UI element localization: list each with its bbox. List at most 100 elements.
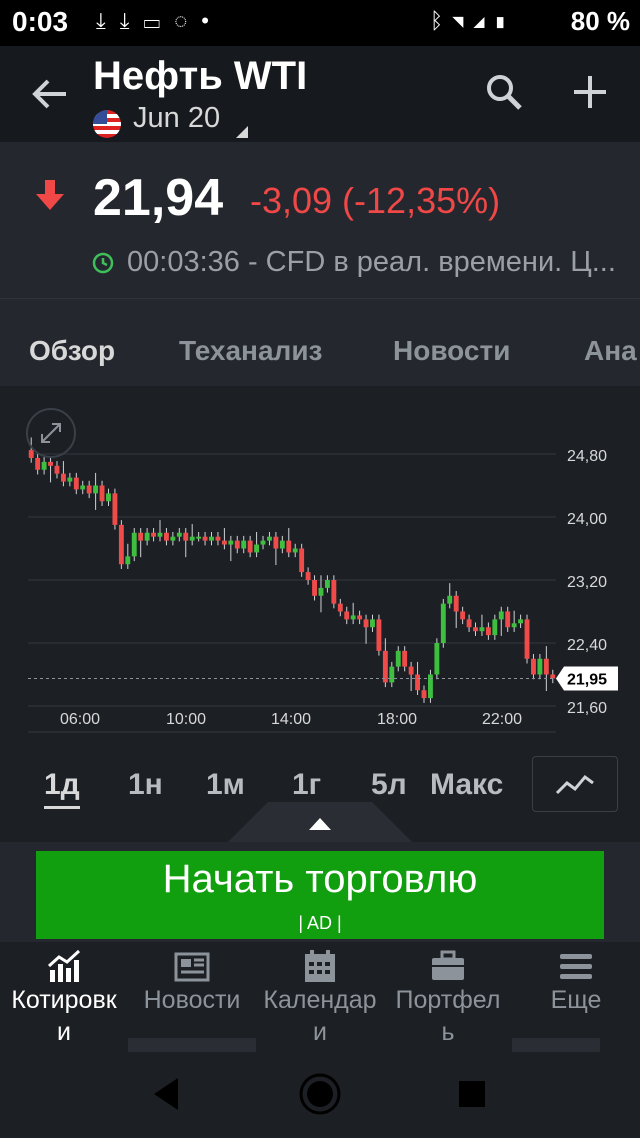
- candle-body: [511, 623, 517, 628]
- candle-body: [41, 461, 47, 470]
- candle-body: [389, 666, 395, 683]
- ad-tag: | AD |: [298, 913, 342, 933]
- x-tick-label: 06:00: [60, 711, 100, 728]
- y-tick-label: 24,00: [567, 511, 607, 528]
- chevron-up-icon[interactable]: [309, 818, 331, 830]
- status-notification-icons: ⤓⤓▭◌•: [96, 8, 223, 34]
- candle-body: [312, 580, 317, 596]
- candle-body: [331, 580, 337, 604]
- candle-body: [344, 611, 350, 620]
- nav-more-label: Еще: [550, 986, 602, 1014]
- candle-body: [131, 532, 137, 557]
- candle-body: [163, 532, 169, 541]
- candle-body: [305, 572, 311, 580]
- candle-body: [35, 457, 41, 470]
- range-1d[interactable]: 1д: [44, 768, 80, 809]
- contract-expiry-selector[interactable]: Jun 20: [133, 102, 220, 135]
- candle-body: [324, 580, 330, 588]
- candle-body: [73, 477, 79, 490]
- scroll-indicator: [128, 1038, 256, 1052]
- download-icon: ⤓: [119, 8, 144, 33]
- dropdown-caret-icon[interactable]: [236, 126, 248, 138]
- candle-body: [402, 650, 408, 667]
- candle-body: [376, 619, 382, 651]
- range-max[interactable]: Макс: [430, 768, 503, 802]
- bed-icon: ▭: [143, 8, 175, 33]
- last-price: 21,94: [93, 169, 224, 227]
- x-tick-label: 18:00: [377, 711, 417, 728]
- candle-body: [60, 473, 66, 482]
- home-circle-icon[interactable]: [298, 1072, 342, 1116]
- candle-body: [357, 615, 363, 620]
- candle-body: [415, 674, 421, 691]
- line-chart-icon: [555, 774, 594, 795]
- quote-time: 00:03:36: [127, 246, 240, 278]
- back-arrow-icon[interactable]: [30, 74, 70, 114]
- search-icon[interactable]: [484, 72, 524, 112]
- nav-quotes-label: Котировк и: [11, 986, 117, 1046]
- candle-body: [460, 611, 466, 620]
- range-1m[interactable]: 1м: [206, 768, 245, 802]
- candle-body: [67, 477, 73, 482]
- candle-body: [518, 619, 524, 624]
- last-price-label: 21,95: [567, 671, 607, 688]
- candle-body: [247, 540, 253, 553]
- candlestick-chart[interactable]: 24,80 24,00 23,20 22,40 21,60 06:00 10:00 14:00…: [0, 386, 640, 746]
- signal-icon: ◢: [472, 8, 494, 33]
- clock-icon: [92, 252, 114, 274]
- wifi-icon: ◥: [451, 8, 473, 33]
- candle-body: [157, 532, 163, 537]
- candle-body: [106, 493, 111, 502]
- battery-icon: ▮: [493, 8, 515, 33]
- calendar-icon: [305, 950, 335, 982]
- nav-portfolio-label: Портфел ь: [395, 986, 501, 1046]
- start-trading-ad-button[interactable]: Начать торговлю | AD |: [36, 851, 604, 939]
- expand-chart-button[interactable]: [26, 408, 76, 458]
- menu-icon: [560, 954, 592, 979]
- range-1w[interactable]: 1н: [128, 768, 163, 802]
- candle-body: [440, 603, 446, 643]
- tab-analysis[interactable]: Ана: [584, 335, 637, 367]
- candle-body: [279, 540, 285, 549]
- nav-more[interactable]: Еще: [512, 942, 640, 1052]
- nav-calendar-label: Календар и: [263, 986, 377, 1046]
- quote-time-info: 00:03:36 - CFD в реал. времени. Ц...: [127, 246, 616, 279]
- nav-portfolio[interactable]: Портфел ь: [384, 942, 512, 1052]
- nav-calendar[interactable]: Календар и: [256, 942, 384, 1052]
- battery-percent: 80 %: [570, 6, 630, 36]
- candle-body: [318, 587, 324, 596]
- quote-source: - CFD в реал. времени. Ц...: [239, 246, 616, 278]
- candle-body: [151, 532, 157, 537]
- nav-quotes[interactable]: Котировк и: [0, 942, 128, 1052]
- chart-type-button[interactable]: [532, 756, 618, 812]
- ad-text: Начать торговлю: [162, 857, 478, 901]
- candle-body: [299, 548, 305, 573]
- tab-overview[interactable]: Обзор: [29, 335, 115, 367]
- candle-body: [485, 627, 491, 636]
- candle-body: [531, 658, 536, 675]
- range-1y[interactable]: 1г: [292, 768, 321, 802]
- status-bar: 0:03 ⤓⤓▭◌• ᛒ◥◢▮ 80 %: [0, 0, 640, 46]
- candle-body: [125, 556, 131, 565]
- candle-body: [447, 595, 453, 604]
- candle-body: [292, 548, 298, 553]
- candle-body: [479, 627, 485, 632]
- range-5y[interactable]: 5л: [371, 768, 407, 802]
- back-triangle-icon[interactable]: [150, 1076, 180, 1112]
- tab-technical[interactable]: Теханализ: [179, 335, 322, 367]
- nav-news[interactable]: Новости: [128, 942, 256, 1052]
- candle-body: [228, 540, 234, 545]
- app-bar: Нефть WTI Jun 20: [0, 46, 640, 142]
- y-tick-label: 22,40: [567, 637, 607, 654]
- y-tick-label: 23,20: [567, 574, 607, 591]
- candle-body: [453, 595, 459, 612]
- us-flag-icon: [93, 110, 121, 138]
- candle-body: [138, 532, 144, 541]
- candle-body: [350, 615, 356, 620]
- candle-body: [370, 619, 375, 628]
- tab-news[interactable]: Новости: [393, 335, 510, 367]
- recents-square-icon[interactable]: [458, 1080, 486, 1108]
- add-to-watchlist-icon[interactable]: [570, 72, 610, 112]
- candle-body: [498, 611, 504, 620]
- x-tick-label: 14:00: [271, 711, 311, 728]
